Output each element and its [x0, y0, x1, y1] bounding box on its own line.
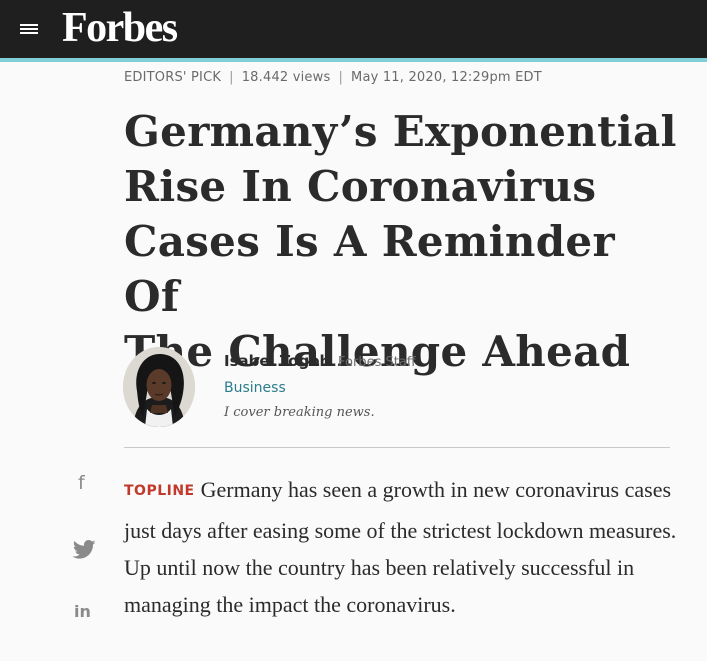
headline-line: Cases Is A Reminder Of [124, 217, 615, 321]
article-headline: Germany’s Exponential Rise In Coronaviru… [124, 104, 684, 379]
twitter-icon [72, 540, 96, 559]
author-portrait-icon [123, 347, 195, 427]
article-meta: EDITORS' PICK | 18.442 views | May 11, 2020,… [124, 70, 542, 85]
article-lead-text: Germany has seen a growth in new coronav… [124, 477, 677, 617]
meta-separator: | [229, 70, 234, 85]
facebook-share-button[interactable]: f [70, 472, 98, 500]
headline-line: Germany’s Exponential [124, 107, 677, 156]
meta-separator: | [338, 70, 344, 85]
view-count: 18.442 views [241, 70, 331, 85]
forbes-logo[interactable]: Forbes [62, 4, 178, 52]
author-section-link[interactable]: Business [224, 380, 286, 396]
author-role: Forbes Staff [338, 355, 416, 370]
editors-pick-label: EDITORS' PICK [124, 70, 222, 85]
headline-line: Rise In Coronavirus [124, 162, 597, 211]
facebook-icon: f [78, 472, 85, 494]
hamburger-menu-icon[interactable] [18, 19, 42, 39]
topline-label: TOPLINE [124, 483, 195, 499]
author-avatar[interactable] [123, 347, 195, 427]
top-navigation-bar: Forbes [0, 0, 707, 62]
author-name-link[interactable]: Isabel Togoh [224, 352, 330, 370]
linkedin-share-button[interactable]: in [70, 599, 98, 627]
twitter-share-button[interactable] [70, 535, 98, 563]
linkedin-icon: in [74, 602, 91, 621]
author-divider [124, 447, 670, 448]
publish-date: May 11, 2020, 12:29pm EDT [351, 70, 542, 85]
article-lead-paragraph: TOPLINE Germany has seen a growth in new … [124, 471, 684, 623]
author-bio: I cover breaking news. [224, 405, 375, 420]
